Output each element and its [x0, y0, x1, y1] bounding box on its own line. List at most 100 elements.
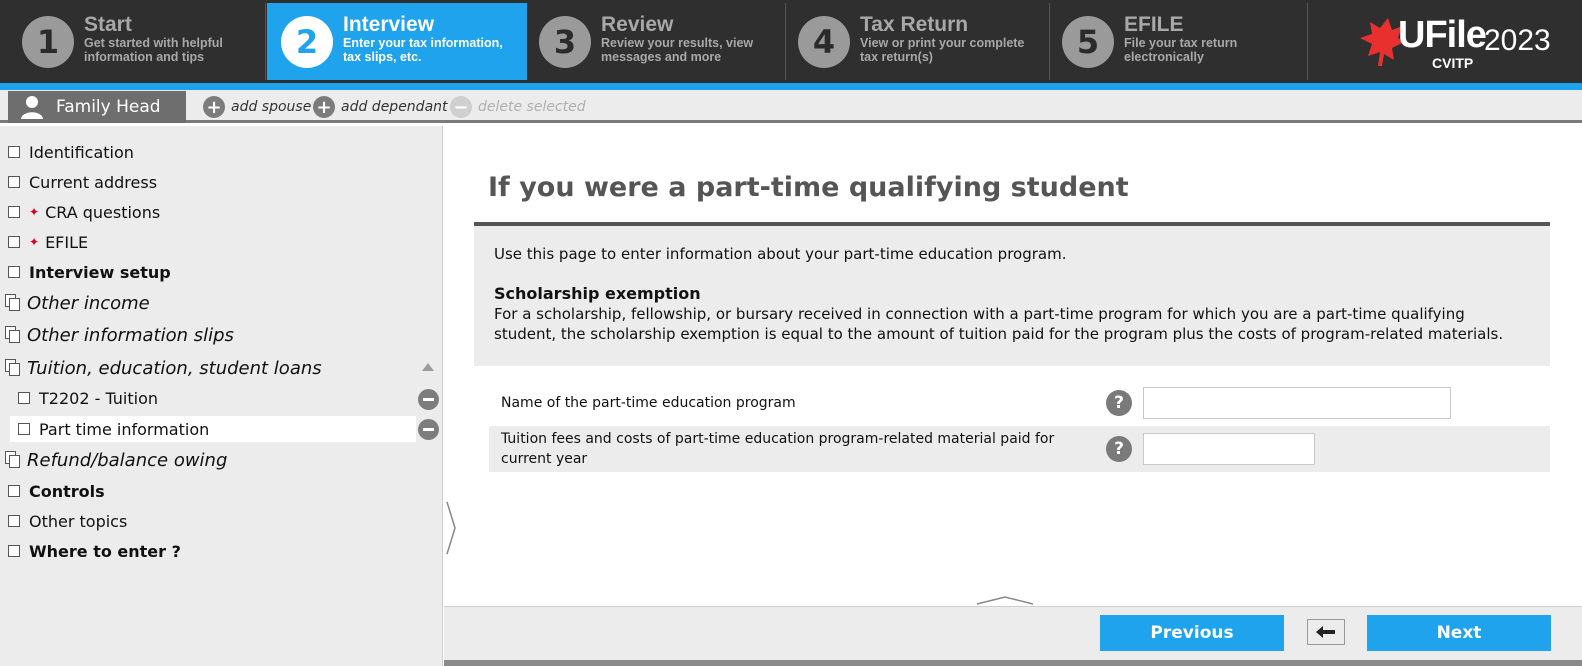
minus-icon: −	[450, 96, 472, 118]
step-subtitle: tax return(s)	[860, 49, 933, 64]
sidebar-item-t2202-tuition[interactable]: T2202 - Tuition	[18, 384, 158, 412]
stacked-pages-icon	[5, 359, 21, 377]
page-title: If you were a part-time qualifying stude…	[488, 172, 1129, 203]
expand-sidebar-icon[interactable]	[444, 498, 458, 558]
sidebar-item-where-to-enter[interactable]: Where to enter ?	[8, 537, 181, 565]
step-number: 1	[22, 15, 74, 68]
checkbox-icon	[8, 485, 20, 497]
question-row-program-name: Name of the part-time education program …	[489, 380, 1550, 426]
step-title: Start	[84, 12, 132, 36]
step-title: Tax Return	[860, 12, 969, 36]
step-subtitle: Review your results, view	[601, 35, 754, 50]
sidebar-item-other-income[interactable]: Other income	[5, 289, 150, 317]
sidebar-item-efile[interactable]: ✦ EFILE	[8, 228, 88, 256]
remove-t2202-icon[interactable]	[418, 389, 439, 410]
sidebar-item-label: CRA questions	[45, 202, 161, 222]
sidebar-item-label: Interview setup	[29, 262, 171, 282]
step-start[interactable]: 1 Start Get started with helpful informa…	[0, 3, 266, 80]
add-spouse-label: add spouse	[231, 99, 312, 115]
accent-strip	[0, 83, 1582, 90]
next-button[interactable]: Next	[1367, 615, 1551, 651]
body-text: For a scholarship, fellowship, or bursar…	[494, 305, 1465, 323]
step-review[interactable]: 3 Review Review your results, view messa…	[527, 3, 786, 80]
checkbox-icon	[8, 545, 20, 557]
step-subtitle: tax slips, etc.	[343, 49, 422, 64]
sidebar-item-interview-setup[interactable]: Interview setup	[8, 258, 171, 286]
maple-leaf-icon: ✦	[29, 235, 40, 249]
sidebar-item-label: Other income	[27, 292, 150, 314]
sidebar-item-label: Controls	[29, 481, 105, 501]
sidebar-item-label: Refund/balance owing	[27, 449, 228, 471]
checkbox-icon	[8, 515, 20, 527]
sidebar-item-other-topics[interactable]: Other topics	[8, 507, 127, 535]
sidebar-item-label: Part time information	[39, 419, 210, 439]
back-arrow-icon	[1316, 626, 1335, 638]
sidebar-item-label: Other topics	[29, 511, 128, 531]
step-subtitle: Enter your tax information,	[343, 35, 503, 50]
previous-button[interactable]: Previous	[1100, 615, 1284, 651]
sidebar-item-label: Identification	[29, 142, 134, 162]
sidebar-item-label: Other information slips	[27, 324, 234, 346]
sidebar-item-tuition[interactable]: Tuition, education, student loans	[5, 354, 322, 382]
sidebar-item-label: T2202 - Tuition	[39, 388, 159, 408]
step-number: 4	[798, 15, 850, 68]
stacked-pages-icon	[5, 326, 21, 344]
remove-part-time-icon[interactable]	[418, 419, 439, 440]
sidebar-item-current-address[interactable]: Current address	[8, 168, 157, 196]
checkbox-icon	[8, 146, 20, 158]
sidebar: Identification Current address ✦ CRA que…	[0, 126, 443, 666]
delete-selected-button[interactable]: − delete selected	[450, 96, 586, 118]
sidebar-item-label: Where to enter ?	[29, 541, 181, 561]
family-head-label: Family Head	[56, 97, 161, 117]
checkbox-icon	[8, 176, 20, 188]
delete-selected-label: delete selected	[478, 99, 586, 115]
person-icon	[21, 96, 43, 119]
collapse-panel-icon[interactable]	[975, 596, 1035, 606]
help-icon[interactable]: ?	[1106, 390, 1132, 416]
stacked-pages-icon	[5, 294, 21, 312]
sidebar-item-label: Current address	[29, 172, 158, 192]
checkbox-icon	[18, 423, 30, 435]
add-spouse-button[interactable]: + add spouse	[203, 96, 311, 118]
step-number: 2	[281, 15, 333, 68]
step-subtitle: View or print your complete	[860, 35, 1025, 50]
question-row-tuition-fees: Tuition fees and costs of part-time educ…	[489, 426, 1550, 472]
ufile-logo: UFile 2023 CVITP	[1358, 10, 1558, 72]
plus-icon: +	[313, 96, 335, 118]
maple-leaf-icon: ✦	[29, 205, 40, 219]
plus-icon: +	[203, 96, 225, 118]
sidebar-item-refund-balance[interactable]: Refund/balance owing	[5, 446, 227, 474]
step-title: Interview	[343, 12, 435, 36]
checkbox-icon	[18, 392, 30, 404]
question-label: Name of the part-time education program	[501, 395, 796, 411]
checkbox-icon	[8, 206, 20, 218]
sidebar-item-cra-questions[interactable]: ✦ CRA questions	[8, 198, 160, 226]
logo-brand: UFile	[1398, 14, 1487, 56]
tuition-fees-input[interactable]	[1143, 433, 1315, 465]
sidebar-item-controls[interactable]: Controls	[8, 477, 105, 505]
sidebar-item-label: Tuition, education, student loans	[27, 357, 322, 379]
help-icon[interactable]: ?	[1106, 436, 1132, 462]
question-label: Tuition fees and costs of part-time educ…	[501, 431, 1055, 447]
step-efile[interactable]: 5 EFILE File your tax return electronica…	[1050, 3, 1308, 80]
family-head-tab[interactable]: Family Head	[8, 91, 186, 123]
step-bar: 1 Start Get started with helpful informa…	[0, 0, 1582, 83]
sidebar-item-identification[interactable]: Identification	[8, 138, 134, 166]
sidebar-item-other-information-slips[interactable]: Other information slips	[5, 321, 234, 349]
step-subtitle: information and tips	[84, 49, 205, 64]
program-name-input[interactable]	[1143, 387, 1451, 419]
step-tax-return[interactable]: 4 Tax Return View or print your complete…	[786, 3, 1050, 80]
step-subtitle: messages and more	[601, 49, 722, 64]
back-button[interactable]	[1307, 619, 1345, 645]
step-subtitle: File your tax return	[1124, 35, 1238, 50]
sidebar-item-part-time-information[interactable]: Part time information	[18, 415, 209, 443]
add-dependant-button[interactable]: + add dependant	[313, 96, 448, 118]
step-number: 3	[539, 15, 591, 68]
step-number: 5	[1062, 15, 1114, 68]
step-subtitle: electronically	[1124, 49, 1204, 64]
step-interview[interactable]: 2 Interview Enter your tax information, …	[267, 3, 527, 80]
collapse-up-icon[interactable]	[422, 363, 434, 371]
step-title: Review	[601, 12, 674, 36]
checkbox-icon	[8, 266, 20, 278]
section-heading: Scholarship exemption	[494, 284, 701, 303]
